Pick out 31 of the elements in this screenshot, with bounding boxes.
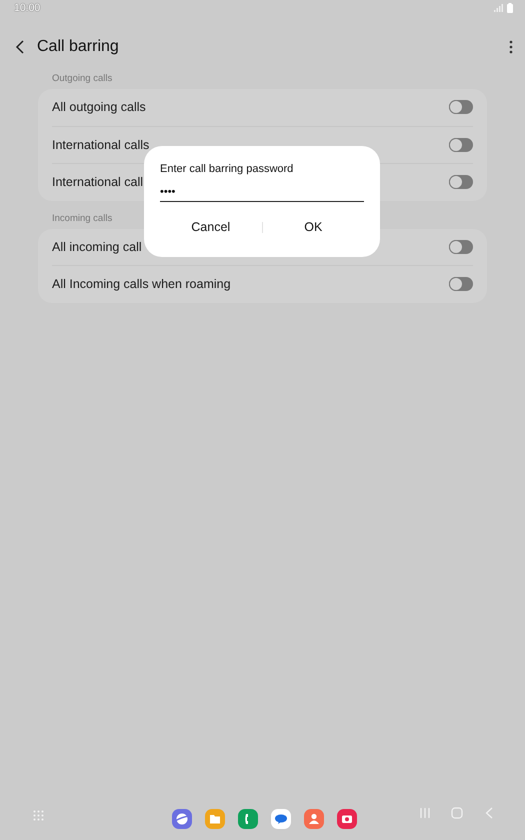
dialog-title: Enter call barring password <box>160 163 294 175</box>
password-field[interactable]: •••• <box>160 185 364 202</box>
toggle-switch[interactable] <box>449 175 473 190</box>
recent-apps-icon[interactable] <box>419 807 431 819</box>
chat-bubble-icon[interactable] <box>271 809 291 829</box>
toggle-switch[interactable] <box>449 100 473 114</box>
dialog-button[interactable]: OK <box>262 216 364 238</box>
section-header: Incoming calls <box>51 212 112 226</box>
home-icon[interactable] <box>451 807 463 819</box>
status-time: 10:00 <box>14 2 40 14</box>
screen-title: Call barring <box>37 38 120 56</box>
folder-icon[interactable] <box>205 809 225 829</box>
signal-icon <box>494 4 503 12</box>
setting-label[interactable]: All incoming call <box>52 240 142 254</box>
toggle-switch[interactable] <box>449 240 473 254</box>
setting-label[interactable]: All outgoing calls <box>52 100 146 114</box>
back-icon[interactable] <box>14 39 26 55</box>
phone-icon[interactable] <box>238 809 258 829</box>
toggle-switch[interactable] <box>449 138 473 152</box>
setting-label[interactable]: International calls <box>52 138 150 152</box>
section-header: Outgoing calls <box>51 72 112 86</box>
app-grid-icon[interactable] <box>33 810 45 822</box>
person-icon[interactable] <box>304 809 324 829</box>
camera-icon[interactable] <box>337 809 357 829</box>
setting-label[interactable]: All Incoming calls when roaming <box>52 277 231 292</box>
dialog-button[interactable]: Cancel <box>160 216 262 238</box>
more-options-icon[interactable] <box>509 40 513 54</box>
toggle-switch[interactable] <box>449 277 473 292</box>
battery-icon <box>507 3 513 13</box>
planet-icon[interactable] <box>172 809 192 829</box>
setting-label[interactable]: International call <box>52 175 144 190</box>
